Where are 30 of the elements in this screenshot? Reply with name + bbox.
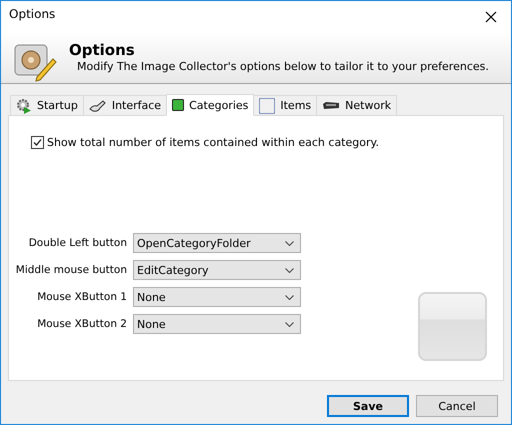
checkbox-label: Show total number of items contained within each category. xyxy=(47,136,379,149)
dialog-button[interactable]: Save xyxy=(327,395,409,417)
dropdown[interactable]: EditCategory xyxy=(133,260,301,280)
chevron-down-icon xyxy=(285,294,294,300)
header-description: Modify The Image Collector's options below to tailor it to your preferences. xyxy=(77,60,489,73)
selection-icon xyxy=(259,98,276,114)
field-label: Mouse XButton 1 xyxy=(37,291,127,303)
hand-icon xyxy=(88,98,107,112)
field-label: Double Left button xyxy=(28,237,127,249)
tab[interactable]: Network xyxy=(316,95,398,115)
dropdown[interactable]: None xyxy=(133,314,301,334)
tab[interactable]: Interface xyxy=(82,95,168,115)
window-title: Options xyxy=(9,7,56,21)
chevron-down-icon xyxy=(285,240,294,246)
close-button[interactable] xyxy=(483,9,499,25)
tab[interactable]: Categories xyxy=(166,94,254,116)
square-icon xyxy=(172,99,184,111)
preview-tile[interactable] xyxy=(418,292,487,361)
checkbox[interactable] xyxy=(31,136,44,149)
chevron-down-icon xyxy=(285,322,294,326)
chevron-down-icon xyxy=(285,268,294,272)
header-title: Options xyxy=(69,41,136,59)
dropdown[interactable]: None xyxy=(133,287,301,307)
tab[interactable]: Startup xyxy=(10,95,84,115)
tab[interactable]: Items xyxy=(253,95,318,115)
device-icon xyxy=(322,100,340,110)
dialog-button[interactable]: Cancel xyxy=(416,395,498,417)
field-label: Middle mouse button xyxy=(16,264,127,276)
field-label: Mouse XButton 2 xyxy=(37,318,127,330)
dropdown[interactable]: OpenCategoryFolder xyxy=(133,233,301,253)
